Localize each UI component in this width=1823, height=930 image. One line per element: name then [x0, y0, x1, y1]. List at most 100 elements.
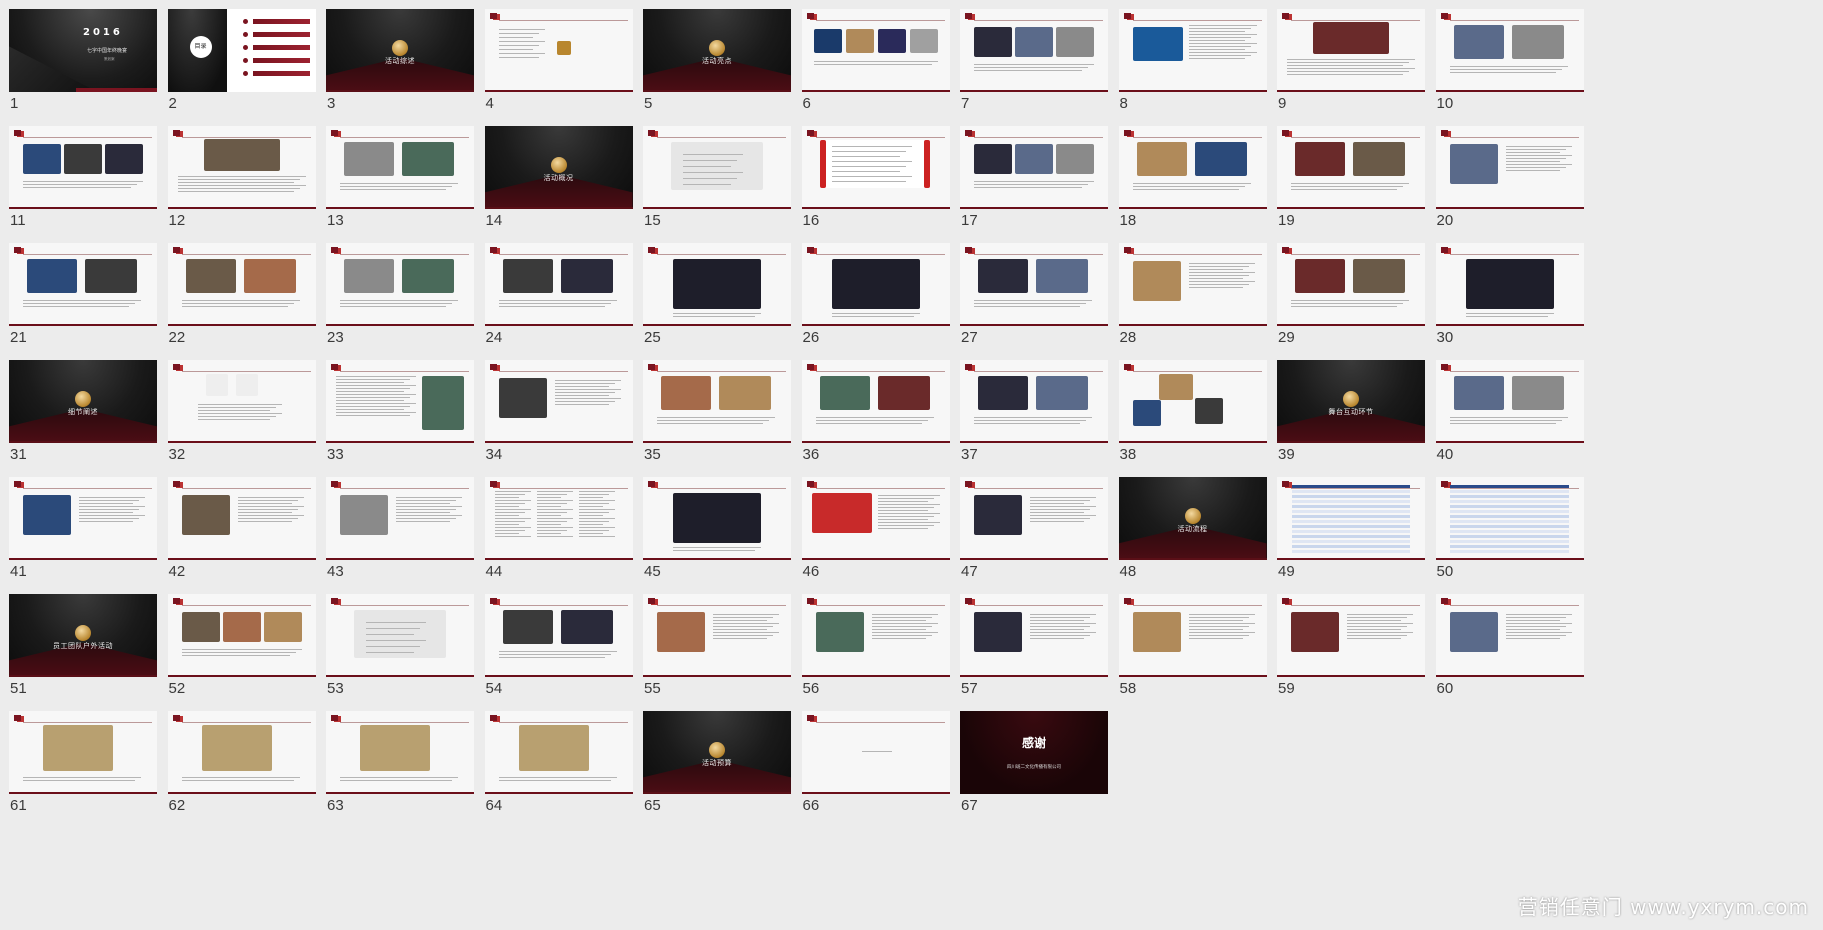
slide-preview[interactable] [801, 9, 950, 92]
slide-preview[interactable] [960, 477, 1108, 560]
slide-preview[interactable] [1277, 477, 1425, 560]
slide-thumbnail-53[interactable]: 53 [317, 585, 477, 713]
slide-thumbnail-11[interactable]: 11 [0, 117, 160, 245]
slide-preview[interactable] [960, 243, 1108, 326]
slide-thumbnail-29[interactable]: 29 [1268, 234, 1428, 362]
slide-preview[interactable] [167, 243, 316, 326]
slide-preview[interactable] [1118, 126, 1267, 209]
slide-thumbnail-21[interactable]: 21 [0, 234, 160, 362]
slide-thumbnail-27[interactable]: 27 [951, 234, 1111, 362]
slide-preview[interactable]: 目录 [167, 9, 316, 92]
slide-thumbnail-13[interactable]: 13 [317, 117, 477, 245]
slide-thumbnail-36[interactable]: 36 [793, 351, 953, 479]
slide-thumbnail-10[interactable]: 10 [1427, 0, 1587, 128]
slide-thumbnail-67[interactable]: 感谢 四川斑二文化传播有限公司 67 [951, 702, 1111, 830]
slide-preview[interactable] [1118, 360, 1267, 443]
slide-preview[interactable] [1277, 243, 1425, 326]
slide-thumbnail-58[interactable]: 58 [1110, 585, 1270, 713]
slide-preview[interactable] [484, 9, 633, 92]
slide-thumbnail-40[interactable]: 40 [1427, 351, 1587, 479]
slide-preview[interactable] [960, 594, 1108, 677]
slide-preview[interactable] [167, 360, 316, 443]
slide-thumbnail-25[interactable]: 25 [634, 234, 794, 362]
slide-thumbnail-45[interactable]: 45 [634, 468, 794, 596]
slide-preview[interactable] [960, 9, 1108, 92]
slide-preview[interactable] [1118, 594, 1267, 677]
slide-preview[interactable] [643, 360, 791, 443]
slide-preview[interactable] [643, 477, 791, 560]
slide-thumbnail-23[interactable]: 23 [317, 234, 477, 362]
slide-preview[interactable] [1277, 126, 1425, 209]
slide-thumbnail-64[interactable]: 64 [476, 702, 636, 830]
slide-preview[interactable]: 活动亮点 [643, 9, 791, 92]
slide-thumbnail-55[interactable]: 55 [634, 585, 794, 713]
slide-preview[interactable] [960, 126, 1108, 209]
slide-thumbnail-35[interactable]: 35 [634, 351, 794, 479]
slide-thumbnail-4[interactable]: 4 [476, 0, 636, 128]
slide-thumbnail-50[interactable]: 50 [1427, 468, 1587, 596]
slide-preview[interactable] [484, 360, 633, 443]
slide-preview[interactable] [326, 594, 474, 677]
slide-thumbnail-31[interactable]: 细节阐述 31 [0, 351, 160, 479]
slide-preview[interactable] [1277, 594, 1425, 677]
slide-thumbnail-38[interactable]: 38 [1110, 351, 1270, 479]
slide-thumbnail-3[interactable]: 活动综述 3 [317, 0, 477, 128]
slide-preview[interactable] [326, 477, 474, 560]
slide-preview[interactable] [9, 126, 157, 209]
slide-thumbnail-54[interactable]: 54 [476, 585, 636, 713]
slide-preview[interactable] [801, 126, 950, 209]
slide-thumbnail-63[interactable]: 63 [317, 702, 477, 830]
slide-preview[interactable] [326, 360, 474, 443]
slide-preview[interactable] [643, 243, 791, 326]
slide-preview[interactable] [1435, 9, 1584, 92]
slide-thumbnail-32[interactable]: 32 [159, 351, 319, 479]
slide-thumbnail-37[interactable]: 37 [951, 351, 1111, 479]
slide-thumbnail-49[interactable]: 49 [1268, 468, 1428, 596]
slide-preview[interactable] [9, 711, 157, 794]
slide-thumbnail-62[interactable]: 62 [159, 702, 319, 830]
slide-preview[interactable]: 舞台互动环节 [1277, 360, 1425, 443]
slide-preview[interactable] [643, 594, 791, 677]
slide-thumbnail-26[interactable]: 26 [793, 234, 953, 362]
slide-preview[interactable] [801, 360, 950, 443]
slide-thumbnail-7[interactable]: 7 [951, 0, 1111, 128]
slide-thumbnail-24[interactable]: 24 [476, 234, 636, 362]
slide-thumbnail-17[interactable]: 17 [951, 117, 1111, 245]
slide-thumbnail-22[interactable]: 22 [159, 234, 319, 362]
slide-preview[interactable] [326, 243, 474, 326]
slide-thumbnail-28[interactable]: 28 [1110, 234, 1270, 362]
slide-thumbnail-65[interactable]: 活动预算 65 [634, 702, 794, 830]
slide-thumbnail-47[interactable]: 47 [951, 468, 1111, 596]
slide-thumbnail-39[interactable]: 舞台互动环节 39 [1268, 351, 1428, 479]
slide-thumbnail-20[interactable]: 20 [1427, 117, 1587, 245]
slide-thumbnail-51[interactable]: 员工团队户外活动 51 [0, 585, 160, 713]
slide-preview[interactable] [1435, 477, 1584, 560]
slide-preview[interactable] [1118, 243, 1267, 326]
slide-thumbnail-59[interactable]: 59 [1268, 585, 1428, 713]
slide-thumbnail-30[interactable]: 30 [1427, 234, 1587, 362]
slide-preview[interactable] [484, 594, 633, 677]
slide-preview[interactable] [1435, 360, 1584, 443]
slide-thumbnail-6[interactable]: 6 [793, 0, 953, 128]
slide-thumbnail-12[interactable]: 12 [159, 117, 319, 245]
slide-preview[interactable] [960, 360, 1108, 443]
slide-preview[interactable]: 活动概况 [484, 126, 633, 209]
slide-thumbnail-19[interactable]: 19 [1268, 117, 1428, 245]
slide-thumbnail-34[interactable]: 34 [476, 351, 636, 479]
slide-thumbnail-18[interactable]: 18 [1110, 117, 1270, 245]
slide-preview[interactable] [167, 477, 316, 560]
slide-preview[interactable] [801, 711, 950, 794]
slide-preview[interactable] [484, 711, 633, 794]
slide-thumbnail-16[interactable]: 16 [793, 117, 953, 245]
slide-thumbnail-52[interactable]: 52 [159, 585, 319, 713]
slide-preview[interactable]: 活动流程 [1118, 477, 1267, 560]
slide-preview[interactable] [801, 243, 950, 326]
slide-thumbnail-1[interactable]: 2016 七字中国年终晚宴 策划案 1 [0, 0, 160, 128]
slide-preview[interactable] [801, 594, 950, 677]
slide-preview[interactable] [643, 126, 791, 209]
slide-preview[interactable] [167, 711, 316, 794]
slide-thumbnail-33[interactable]: 33 [317, 351, 477, 479]
slide-preview[interactable]: 活动综述 [326, 9, 474, 92]
slide-thumbnail-14[interactable]: 活动概况 14 [476, 117, 636, 245]
slide-preview[interactable] [801, 477, 950, 560]
